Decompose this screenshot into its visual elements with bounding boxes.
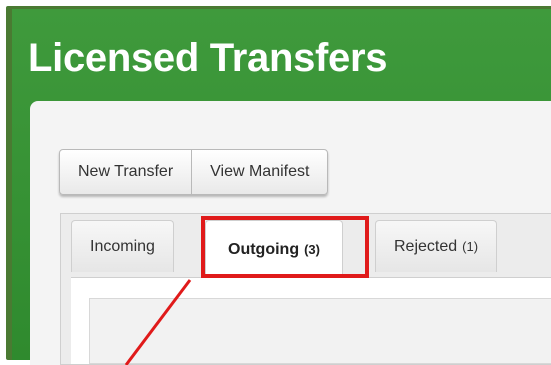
callout-arrow-line	[124, 279, 192, 365]
